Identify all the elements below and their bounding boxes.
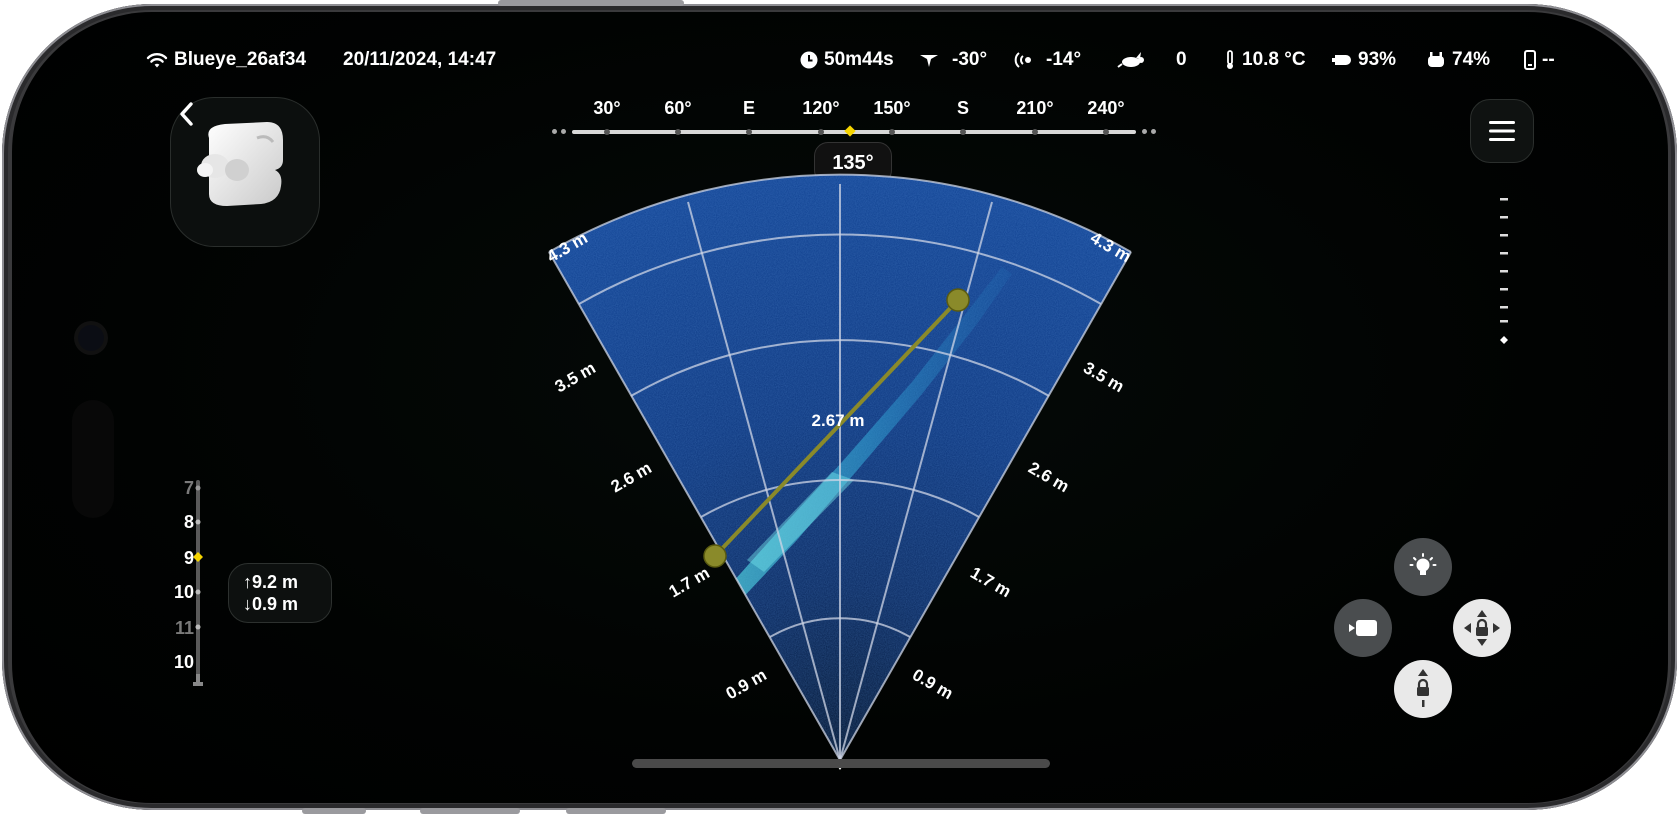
range-label: 0.9 m xyxy=(909,665,956,703)
measurement-handle[interactable] xyxy=(703,544,727,568)
range-label: 1.7 m xyxy=(666,563,713,601)
range-label: 0.9 m xyxy=(723,665,770,703)
range-label: 2.6 m xyxy=(1025,458,1072,496)
measurement-handle[interactable] xyxy=(946,288,970,312)
record-button[interactable] xyxy=(1334,599,1392,657)
depth-lock-icon xyxy=(1417,669,1429,707)
volume-button xyxy=(498,0,684,6)
video-camera-icon xyxy=(1349,620,1377,636)
side-button xyxy=(420,808,520,814)
screen: Blueye_26af34 20/11/2024, 14:47 50m44s -… xyxy=(12,12,1668,803)
side-button xyxy=(566,808,666,814)
range-label: 3.5 m xyxy=(1080,358,1127,396)
depth-scale: 7 8 9 10 11 10 xyxy=(162,478,222,710)
home-indicator[interactable] xyxy=(632,759,1050,768)
position-lock-button[interactable] xyxy=(1453,599,1511,657)
light-button[interactable] xyxy=(1394,538,1452,596)
altitude-value: ↑9.2 m xyxy=(243,572,299,592)
measurement-label: 2.67 m xyxy=(812,411,865,430)
range-label: 2.6 m xyxy=(608,458,655,496)
depth-scale-label: 10 xyxy=(173,652,194,672)
depth-scale-label: 8 xyxy=(183,512,194,532)
depth-scale-label: 10 xyxy=(173,582,194,602)
depth-scale-label: 11 xyxy=(174,618,194,638)
lightbulb-icon xyxy=(1409,553,1437,575)
side-button xyxy=(302,808,366,814)
range-label: 1.7 m xyxy=(967,563,1014,601)
depth-scale-label: 7 xyxy=(183,478,194,498)
range-label: 3.5 m xyxy=(552,358,599,396)
depth-scale-label: 9 xyxy=(183,548,194,568)
depth-value: ↓0.9 m xyxy=(243,594,299,614)
depth-readout: ↑9.2 m ↓0.9 m xyxy=(228,563,332,623)
position-lock-icon xyxy=(1464,610,1500,646)
depth-lock-button[interactable] xyxy=(1394,660,1452,718)
